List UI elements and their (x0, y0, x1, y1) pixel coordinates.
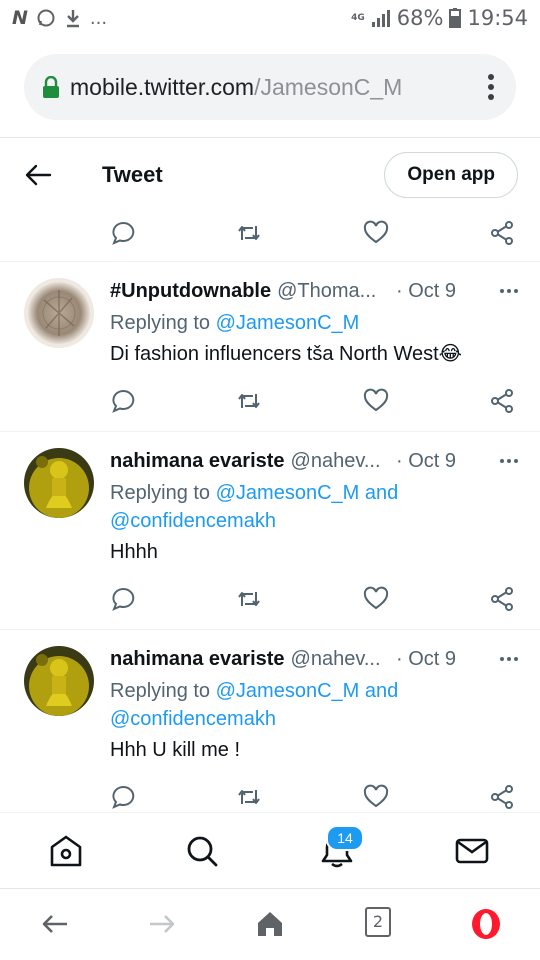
tweet-date[interactable]: · Oct 9 (396, 280, 456, 303)
replying-to: Replying to @JamesonC_M (110, 309, 359, 337)
tweet-text: Hhh U kill me ! (110, 739, 241, 761)
back-arrow-icon[interactable] (24, 161, 52, 189)
mention-link[interactable]: @JamesonC_M (216, 312, 360, 334)
tweet-date[interactable]: · Oct 9 (396, 648, 456, 671)
back-arrow-icon[interactable] (40, 909, 70, 939)
more-options-icon[interactable] (498, 649, 520, 669)
more-options-icon[interactable] (498, 281, 520, 301)
clock: 19:54 (467, 6, 528, 30)
home-icon[interactable] (48, 833, 84, 869)
replying-prefix: Replying to (110, 482, 211, 504)
mention-link[interactable]: @confidencemakh (110, 510, 276, 532)
more-options-icon[interactable] (498, 451, 520, 471)
replying-prefix: Replying to (110, 680, 211, 702)
replying-to: Replying to @JamesonC_M and @confidencem… (110, 479, 398, 535)
signal-icon (371, 10, 390, 27)
tweet-header-line: nahimana evariste @nahev... · Oct 9 (110, 645, 520, 673)
display-name[interactable]: nahimana evariste (110, 450, 285, 473)
tabs-icon[interactable]: 2 (365, 907, 391, 937)
tweet-text-content: Di fashion influencers tša North West (110, 343, 439, 365)
tweet-header-line: nahimana evariste @nahev... · Oct 9 (110, 447, 520, 475)
battery-icon (449, 8, 462, 28)
notifications-badge: 14 (326, 825, 364, 851)
lock-icon (43, 76, 59, 98)
share-icon[interactable] (490, 586, 516, 612)
tweet-actions (0, 212, 540, 252)
reply-icon[interactable] (110, 784, 136, 810)
reply-icon[interactable] (110, 220, 136, 246)
retweet-icon[interactable] (236, 784, 262, 810)
url-path: /JamesonC_M (254, 73, 403, 100)
twitter-bottom-nav: 14 (0, 812, 540, 888)
replying-prefix: Replying to (110, 312, 211, 334)
share-icon[interactable] (490, 784, 516, 810)
url-text[interactable]: mobile.twitter.com/JamesonC_M (70, 74, 450, 101)
avatar[interactable] (24, 646, 94, 716)
tweet-text: Di fashion influencers tša North West😂 (110, 340, 462, 368)
battery-percent: 68% (396, 6, 444, 30)
like-icon[interactable] (363, 784, 389, 810)
tweet-actions (0, 578, 540, 618)
tweet-header-line: #Unputdownable @Thoma... · Oct 9 (110, 277, 520, 305)
open-app-button[interactable]: Open app (384, 152, 518, 198)
user-handle[interactable]: @nahev... (291, 450, 381, 473)
mention-link[interactable]: @confidencemakh (110, 708, 276, 730)
mention-link[interactable]: @JamesonC_M (216, 482, 360, 504)
mention-link[interactable]: @JamesonC_M (216, 680, 360, 702)
user-handle[interactable]: @Thoma... (277, 280, 376, 303)
replying-and: and (364, 482, 399, 504)
browser-menu-icon[interactable] (484, 68, 498, 106)
network-type: 4G (351, 12, 365, 23)
reply-icon[interactable] (110, 388, 136, 414)
tweet-actions (0, 776, 540, 812)
like-icon[interactable] (363, 220, 389, 246)
messages-icon[interactable] (454, 833, 490, 869)
retweet-icon[interactable] (236, 220, 262, 246)
share-icon[interactable] (490, 220, 516, 246)
like-icon[interactable] (363, 586, 389, 612)
address-bar[interactable]: mobile.twitter.com/JamesonC_M (24, 54, 516, 120)
browser-toolbar: mobile.twitter.com/JamesonC_M (0, 36, 540, 138)
tweet-feed[interactable]: #Unputdownable @Thoma... · Oct 9 Replyin… (0, 212, 540, 812)
replying-to: Replying to @JamesonC_M and @confidencem… (110, 677, 398, 733)
emoji-tears-of-joy: 😂 (438, 343, 463, 365)
opera-icon[interactable] (470, 908, 502, 940)
more-notifications-icon: ... (89, 7, 108, 29)
home-icon[interactable] (255, 909, 285, 939)
tweet-date[interactable]: · Oct 9 (396, 450, 456, 473)
url-domain: mobile.twitter.com (70, 73, 255, 100)
tweet[interactable]: #Unputdownable @Thoma... · Oct 9 Replyin… (0, 262, 540, 432)
netflix-notification-icon: N (12, 7, 28, 29)
tweet-header: Tweet Open app (0, 139, 540, 211)
search-icon[interactable] (184, 833, 220, 869)
avatar[interactable] (24, 278, 94, 348)
tweet[interactable]: nahimana evariste @nahev... · Oct 9 Repl… (0, 630, 540, 812)
download-notification-icon (66, 10, 79, 28)
page-title: Tweet (102, 162, 163, 187)
avatar[interactable] (24, 448, 94, 518)
forward-arrow-icon[interactable] (147, 909, 177, 939)
display-name[interactable]: #Unputdownable (110, 280, 271, 303)
retweet-icon[interactable] (236, 388, 262, 414)
replying-and: and (364, 680, 399, 702)
whatsapp-notification-icon (37, 9, 55, 27)
tweet[interactable]: nahimana evariste @nahev... · Oct 9 Repl… (0, 432, 540, 630)
browser-bottom-nav: 2 (0, 888, 540, 960)
user-handle[interactable]: @nahev... (291, 648, 381, 671)
like-icon[interactable] (363, 388, 389, 414)
tweet-actions (0, 380, 540, 420)
share-icon[interactable] (490, 388, 516, 414)
retweet-icon[interactable] (236, 586, 262, 612)
reply-icon[interactable] (110, 586, 136, 612)
tweet-text: Hhhh (110, 541, 158, 563)
display-name[interactable]: nahimana evariste (110, 648, 285, 671)
status-bar: N ... 4G 68% 19:54 (0, 0, 540, 36)
